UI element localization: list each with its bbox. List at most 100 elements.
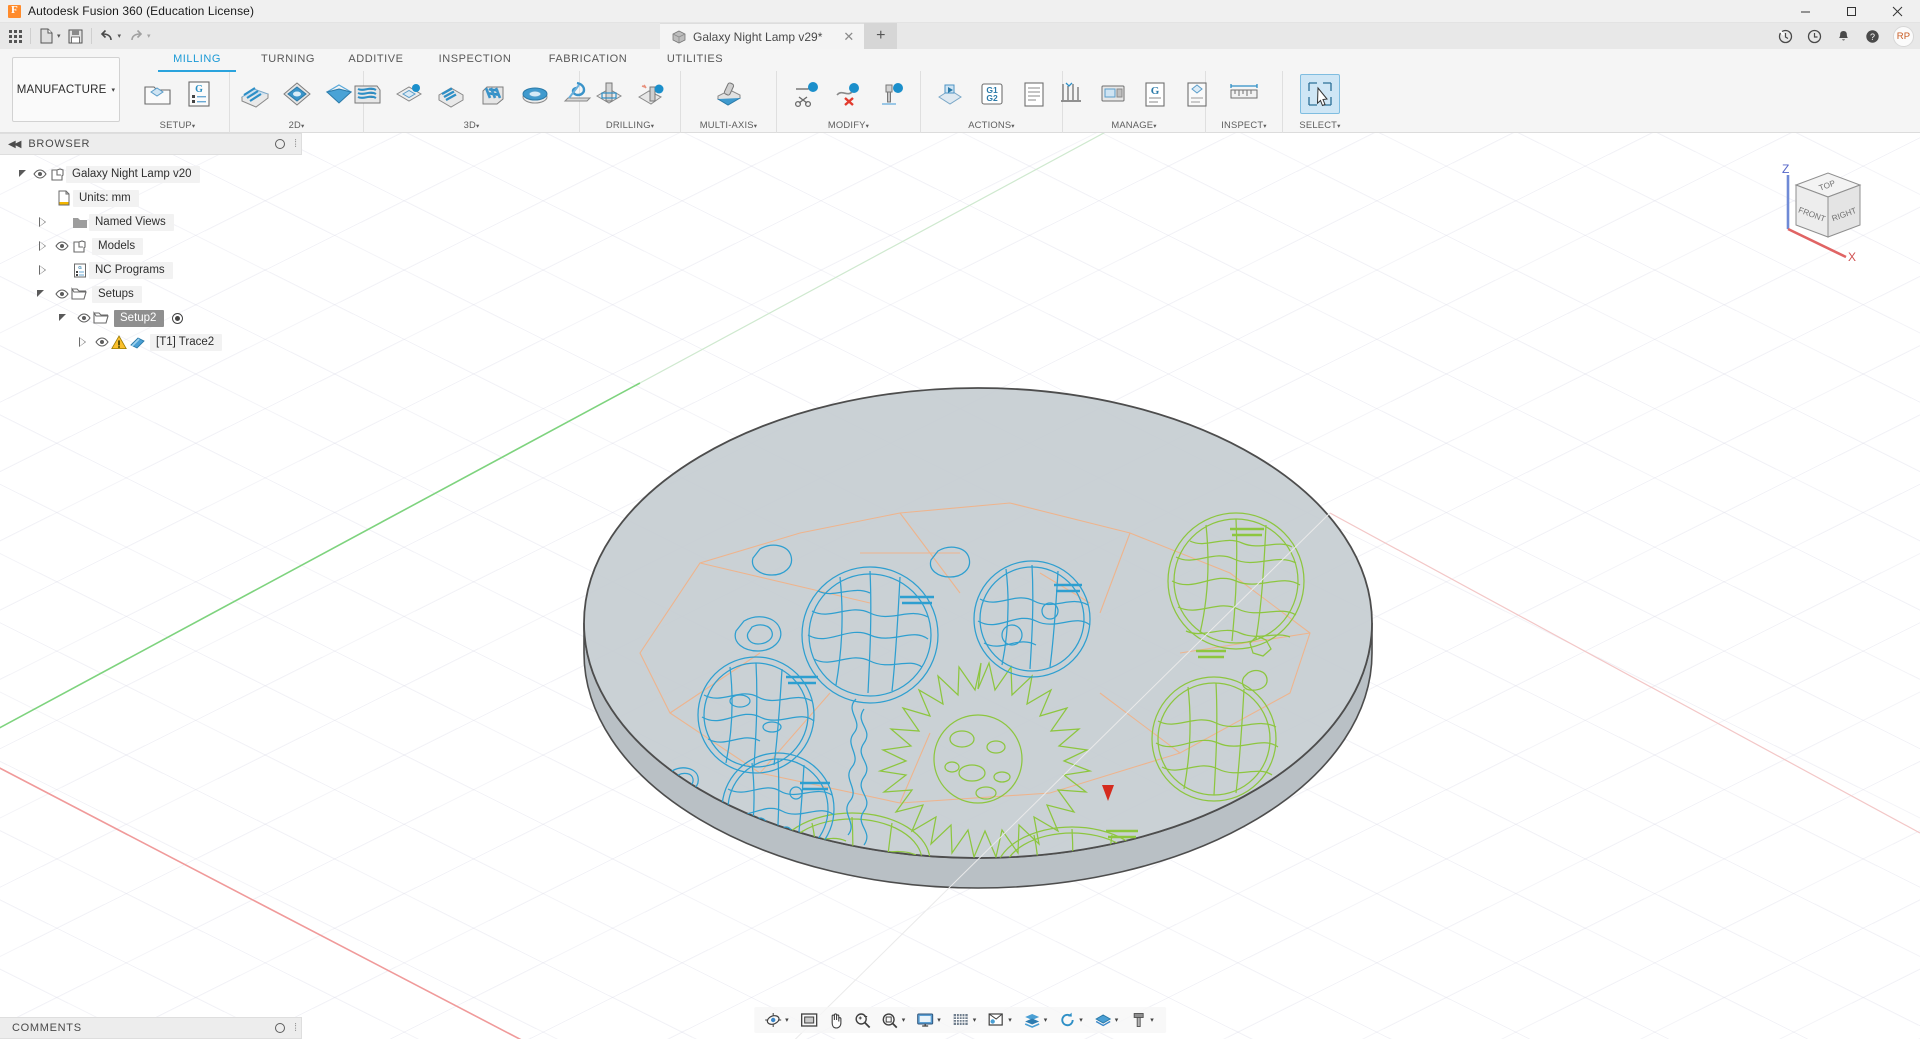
simulate-button[interactable] [930, 74, 970, 114]
expand-triangle-icon[interactable] [36, 264, 49, 277]
select-button[interactable] [1300, 74, 1340, 114]
tab-fabrication[interactable]: FABRICATION [530, 49, 646, 71]
tree-item-units[interactable]: Units: mm [0, 186, 302, 210]
workspace-switcher[interactable]: MANUFACTURE ▾ [12, 57, 120, 122]
notifications-icon[interactable] [1830, 23, 1857, 49]
tab-turning[interactable]: TURNING [244, 49, 332, 71]
chevron-down-icon[interactable]: ▾ [902, 1016, 906, 1024]
tool-library-manage-button[interactable] [1051, 74, 1091, 114]
chevron-down-icon[interactable]: ▾ [1115, 1016, 1119, 1024]
tree-item-nc-programs[interactable]: G NC Programs [0, 258, 302, 282]
new-nc-program-button[interactable]: G [179, 74, 219, 114]
tab-utilities[interactable]: UTILITIES [646, 49, 744, 71]
panel-label-3d[interactable]: 3D▾ [464, 119, 480, 133]
panel-label-drilling[interactable]: DRILLING▾ [606, 119, 654, 133]
comments-panel[interactable]: COMMENTS ⁞ [0, 1017, 302, 1039]
chevron-down-icon[interactable]: ▾ [1079, 1016, 1083, 1024]
active-setup-radio[interactable] [172, 312, 184, 324]
tool-library-button[interactable] [871, 74, 911, 114]
machine-library-button[interactable] [1093, 74, 1133, 114]
post-process-button[interactable]: G1 G2 [972, 74, 1012, 114]
layout-grid-button[interactable]: ▾ [1019, 1007, 1054, 1033]
orbit-button[interactable]: ▾ [760, 1007, 795, 1033]
avatar[interactable]: RP [1893, 25, 1914, 47]
undo-caret-icon[interactable]: ▾ [118, 32, 122, 40]
chevron-down-icon[interactable]: ▾ [1008, 1016, 1012, 1024]
zoom-button[interactable] [850, 1007, 876, 1033]
close-icon[interactable]: ✕ [843, 29, 854, 45]
eye-icon[interactable] [93, 334, 110, 351]
panel-label-select[interactable]: SELECT▾ [1299, 119, 1340, 133]
tree-item-models[interactable]: Models [0, 234, 302, 258]
tree-item-trace2[interactable]: [T1] Trace2 [0, 330, 302, 354]
panel-label-actions[interactable]: ACTIONS▾ [968, 119, 1015, 133]
comments-menu-icon[interactable] [275, 1023, 285, 1033]
tab-milling[interactable]: MILLING [150, 49, 244, 72]
panel-label-multi-axis[interactable]: MULTI-AXIS▾ [700, 119, 757, 133]
tree-item-named-views[interactable]: Named Views [0, 210, 302, 234]
new-file-caret-icon[interactable]: ▾ [57, 32, 61, 40]
pocket-clearing-button[interactable] [389, 74, 429, 114]
panel-label-manage[interactable]: MANAGE▾ [1111, 119, 1156, 133]
chevron-down-icon[interactable]: ▾ [937, 1016, 941, 1024]
refresh-button[interactable]: ▾ [1054, 1007, 1089, 1033]
scallop-button[interactable] [473, 74, 513, 114]
tree-item-setup2[interactable]: Setup2 [0, 306, 302, 330]
expand-triangle-icon[interactable] [36, 216, 49, 229]
parallel-button[interactable] [431, 74, 471, 114]
chevron-down-icon[interactable]: ▾ [1044, 1016, 1048, 1024]
display-settings-button[interactable]: ▾ [912, 1007, 947, 1033]
recent-icon[interactable] [1801, 23, 1828, 49]
machine-tool-button[interactable]: ▾ [1125, 1007, 1160, 1033]
trim-toolpath-button[interactable] [787, 74, 827, 114]
redo-caret-icon[interactable]: ▾ [147, 32, 151, 40]
measure-button[interactable] [1224, 74, 1264, 114]
chevron-down-icon[interactable]: ▾ [785, 1016, 789, 1024]
job-status-icon[interactable] [1772, 23, 1799, 49]
pan-button[interactable] [823, 1007, 849, 1033]
apps-grid-icon[interactable] [4, 25, 26, 47]
save-icon[interactable] [65, 25, 87, 47]
panel-label-2d[interactable]: 2D▾ [289, 119, 305, 133]
bore-button[interactable] [631, 74, 671, 114]
radial-button[interactable] [515, 74, 555, 114]
expand-triangle-icon[interactable] [36, 288, 49, 301]
minimize-button[interactable] [1782, 0, 1828, 23]
eye-icon[interactable] [53, 286, 70, 303]
collapse-icon[interactable]: ◀◀ [8, 139, 21, 150]
post-library-button[interactable]: G [1135, 74, 1175, 114]
redo-icon[interactable] [125, 25, 147, 47]
eye-icon[interactable] [75, 310, 92, 327]
new-file-icon[interactable] [35, 25, 57, 47]
eye-icon[interactable] [31, 166, 48, 183]
tree-item-setups[interactable]: Setups [0, 282, 302, 306]
expand-triangle-icon[interactable] [76, 336, 89, 349]
zoom-window-button[interactable]: ▾ [877, 1007, 912, 1033]
drill-button[interactable] [589, 74, 629, 114]
tab-inspection[interactable]: INSPECTION [420, 49, 530, 71]
swarf-button[interactable] [709, 74, 749, 114]
view-cube[interactable]: Z X TOP FRONT RIGHT [1766, 157, 1874, 265]
delete-toolpath-button[interactable] [829, 74, 869, 114]
2d-pocket-button[interactable] [277, 74, 317, 114]
panel-label-modify[interactable]: MODIFY▾ [828, 119, 869, 133]
eye-icon[interactable] [53, 238, 70, 255]
undo-icon[interactable] [96, 25, 118, 47]
close-button[interactable] [1874, 0, 1920, 23]
maximize-button[interactable] [1828, 0, 1874, 23]
visual-style-button[interactable]: ▾ [1090, 1007, 1125, 1033]
expand-triangle-icon[interactable] [18, 168, 31, 181]
help-icon[interactable]: ? [1859, 23, 1886, 49]
panel-menu-icon[interactable] [275, 139, 285, 149]
face-button[interactable] [235, 74, 275, 114]
panel-label-setup[interactable]: SETUP▾ [160, 119, 196, 133]
panel-label-inspect[interactable]: INSPECT▾ [1221, 119, 1267, 133]
tab-additive[interactable]: ADDITIVE [332, 49, 420, 71]
document-tab[interactable]: Galaxy Night Lamp v29* ✕ [660, 23, 865, 49]
panel-grip-icon[interactable]: ⁞ [294, 138, 297, 150]
new-tab-button[interactable]: + [864, 23, 898, 49]
comments-grip-icon[interactable]: ⁞ [294, 1022, 297, 1034]
setup-button[interactable] [137, 74, 177, 114]
chevron-down-icon[interactable]: ▾ [1150, 1016, 1154, 1024]
viewports-button[interactable]: ▾ [983, 1007, 1018, 1033]
